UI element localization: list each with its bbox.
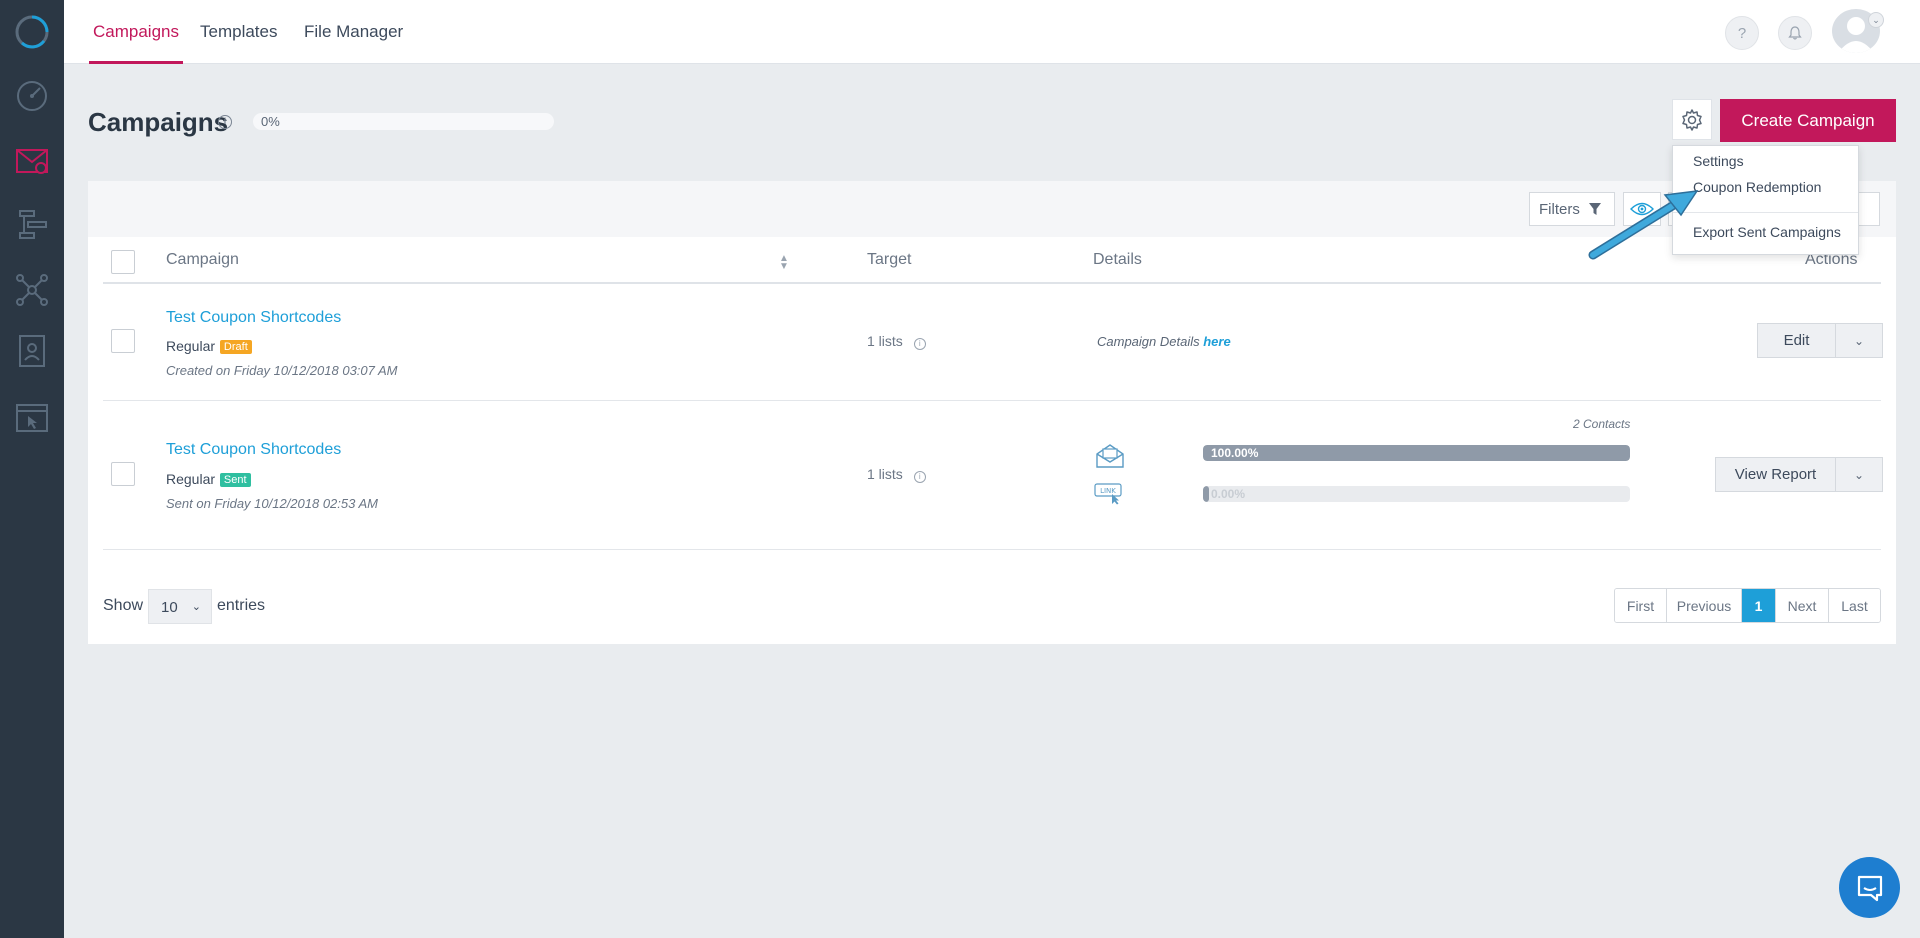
campaigns-icon[interactable] xyxy=(14,142,50,178)
chevron-down-icon[interactable]: ⌄ xyxy=(1868,12,1884,28)
tab-templates[interactable]: Templates xyxy=(200,0,277,64)
click-rate-bar: 0.00% xyxy=(1203,486,1630,502)
campaign-type-label: Regular xyxy=(166,338,216,354)
info-icon[interactable]: i xyxy=(218,115,232,129)
select-all-checkbox[interactable] xyxy=(111,250,135,274)
arrow-annotation xyxy=(1588,190,1699,260)
menu-item-settings[interactable]: Settings xyxy=(1693,153,1744,169)
view-report-split-button: View Report ⌄ xyxy=(1715,457,1883,492)
click-rate-fill xyxy=(1203,486,1210,502)
logo-icon[interactable] xyxy=(14,14,50,50)
pager-first[interactable]: First xyxy=(1615,589,1667,622)
menu-item-export-sent-campaigns[interactable]: Export Sent Campaigns xyxy=(1693,224,1841,240)
target-lists: 1 lists xyxy=(867,466,903,482)
contacts-icon[interactable] xyxy=(14,333,50,369)
tab-campaigns[interactable]: Campaigns xyxy=(89,0,183,64)
click-rate-label: 0.00% xyxy=(1211,487,1246,501)
header-divider xyxy=(103,282,1881,284)
page-title: Campaigns xyxy=(88,107,229,137)
tab-file-manager[interactable]: File Manager xyxy=(304,0,403,64)
show-label: Show xyxy=(103,597,144,614)
pager-last[interactable]: Last xyxy=(1829,589,1880,622)
campaign-type: Regular Draft xyxy=(166,338,252,354)
question-icon[interactable]: ? xyxy=(1725,16,1759,50)
usage-progress-bar: 0% xyxy=(253,113,554,130)
settings-gear-button[interactable] xyxy=(1672,99,1712,140)
menu-item-coupon-redemption[interactable]: Coupon Redemption xyxy=(1693,179,1821,195)
status-badge: Draft xyxy=(219,340,252,354)
link-icon-label: LINK xyxy=(1100,487,1116,495)
filters-label: Filters xyxy=(1539,200,1580,218)
contacts-count: 2 Contacts xyxy=(1573,417,1631,431)
chevron-down-icon: ⌄ xyxy=(191,601,201,613)
dashboard-icon[interactable] xyxy=(14,77,50,113)
bell-icon[interactable] xyxy=(1778,16,1812,50)
campaign-type-label: Regular xyxy=(166,471,216,487)
gear-icon xyxy=(1682,108,1702,131)
details-cell: Campaign Details here xyxy=(1097,334,1231,349)
landing-page-icon[interactable] xyxy=(14,400,50,436)
usage-progress-label: 0% xyxy=(261,114,280,129)
open-rate-bar: 100.00% xyxy=(1203,445,1630,461)
entries-per-page-select[interactable]: 10 ⌄ xyxy=(148,589,212,624)
network-icon[interactable] xyxy=(14,272,50,308)
target-lists: 1 lists xyxy=(867,333,903,349)
pager-page-1[interactable]: 1 xyxy=(1742,589,1776,622)
edit-button[interactable]: Edit xyxy=(1758,324,1836,357)
link-click-icon: LINK xyxy=(1094,483,1122,505)
open-rate-fill xyxy=(1203,445,1630,461)
column-header-target: Target xyxy=(867,251,912,268)
entries-label: entries xyxy=(217,597,266,614)
pager-next[interactable]: Next xyxy=(1776,589,1829,622)
details-here-link[interactable]: here xyxy=(1203,334,1230,349)
row-checkbox[interactable] xyxy=(111,329,135,353)
campaign-date: Created on Friday 10/12/2018 03:07 AM xyxy=(166,363,398,378)
open-rate-label: 100.00% xyxy=(1211,446,1259,460)
pager-previous[interactable]: Previous xyxy=(1667,589,1742,622)
automation-icon[interactable] xyxy=(14,207,50,243)
sidebar xyxy=(0,0,64,938)
column-header-campaign[interactable]: Campaign xyxy=(166,251,239,269)
details-prefix: Campaign Details xyxy=(1097,334,1200,349)
row-divider xyxy=(103,549,1881,550)
create-campaign-button[interactable]: Create Campaign xyxy=(1720,99,1896,142)
status-badge: Sent xyxy=(219,473,251,487)
campaign-type: Regular Sent xyxy=(166,471,251,487)
campaign-name-link[interactable]: Test Coupon Shortcodes xyxy=(166,309,341,327)
top-navbar: Campaigns Templates File Manager ? ⌄ xyxy=(64,0,1920,64)
campaign-date: Sent on Friday 10/12/2018 02:53 AM xyxy=(166,496,378,511)
row-checkbox[interactable] xyxy=(111,462,135,486)
edit-split-button: Edit ⌄ xyxy=(1757,323,1883,358)
entries-value: 10 xyxy=(161,599,178,616)
chat-launcher-button[interactable] xyxy=(1839,857,1900,918)
sort-icon[interactable]: ▲ ▼ xyxy=(779,254,789,272)
info-icon[interactable]: i xyxy=(913,338,926,350)
open-envelope-icon xyxy=(1096,444,1124,468)
chat-icon xyxy=(1857,875,1882,901)
chevron-down-icon[interactable]: ⌄ xyxy=(1836,458,1882,491)
pagination: First Previous 1 Next Last xyxy=(1614,588,1881,623)
info-icon[interactable]: i xyxy=(913,471,926,483)
view-report-button[interactable]: View Report xyxy=(1716,458,1836,491)
target-cell: 1 lists i xyxy=(867,333,926,350)
chevron-down-icon[interactable]: ⌄ xyxy=(1836,324,1882,357)
column-header-details: Details xyxy=(1093,251,1142,268)
campaign-name-link[interactable]: Test Coupon Shortcodes xyxy=(166,441,341,459)
row-divider xyxy=(103,400,1881,401)
target-cell: 1 lists i xyxy=(867,466,926,483)
